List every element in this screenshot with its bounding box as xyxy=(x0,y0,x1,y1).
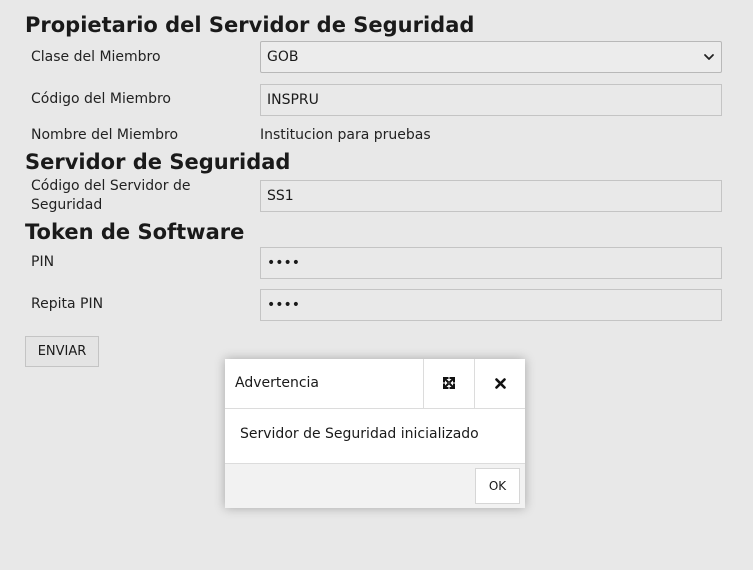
dialog-header: Advertencia xyxy=(225,359,525,409)
member-class-select[interactable]: GOB xyxy=(260,41,722,73)
expand-arrows-icon xyxy=(442,374,456,393)
warning-dialog: Advertencia Servidor de Seguridad inicia… xyxy=(225,359,525,508)
maximize-button[interactable] xyxy=(423,359,474,408)
repeat-pin-label: Repita PIN xyxy=(31,296,104,312)
member-code-value: INSPRU xyxy=(267,92,319,108)
repeat-pin-masked-value: •••• xyxy=(267,297,301,313)
ok-button[interactable]: OK xyxy=(475,468,520,504)
dialog-title: Advertencia xyxy=(235,375,320,391)
submit-button[interactable]: ENVIAR xyxy=(25,336,99,367)
pin-masked-value: •••• xyxy=(267,255,301,271)
member-class-selected-value: GOB xyxy=(267,49,299,65)
member-code-label: Código del Miembro xyxy=(31,91,171,107)
owner-section-title: Propietario del Servidor de Seguridad xyxy=(25,13,475,37)
dialog-message: Servidor de Seguridad inicializado xyxy=(240,426,479,442)
member-name-label: Nombre del Miembro xyxy=(31,127,179,143)
close-icon xyxy=(494,374,506,393)
dialog-footer: OK xyxy=(225,463,525,508)
pin-label: PIN xyxy=(31,254,55,270)
pin-input[interactable]: •••• xyxy=(260,247,722,279)
repeat-pin-input[interactable]: •••• xyxy=(260,289,722,321)
member-class-label: Clase del Miembro xyxy=(31,49,161,65)
server-code-value: SS1 xyxy=(267,188,294,204)
server-code-input[interactable]: SS1 xyxy=(260,180,722,212)
server-code-label: Código del Servidor de Seguridad xyxy=(31,178,191,213)
token-section-title: Token de Software xyxy=(25,220,245,244)
server-section-title: Servidor de Seguridad xyxy=(25,150,291,174)
member-name-value: Institucion para pruebas xyxy=(260,127,431,143)
chevron-down-icon xyxy=(703,51,715,63)
close-button[interactable] xyxy=(474,359,525,408)
member-code-input[interactable]: INSPRU xyxy=(260,84,722,116)
